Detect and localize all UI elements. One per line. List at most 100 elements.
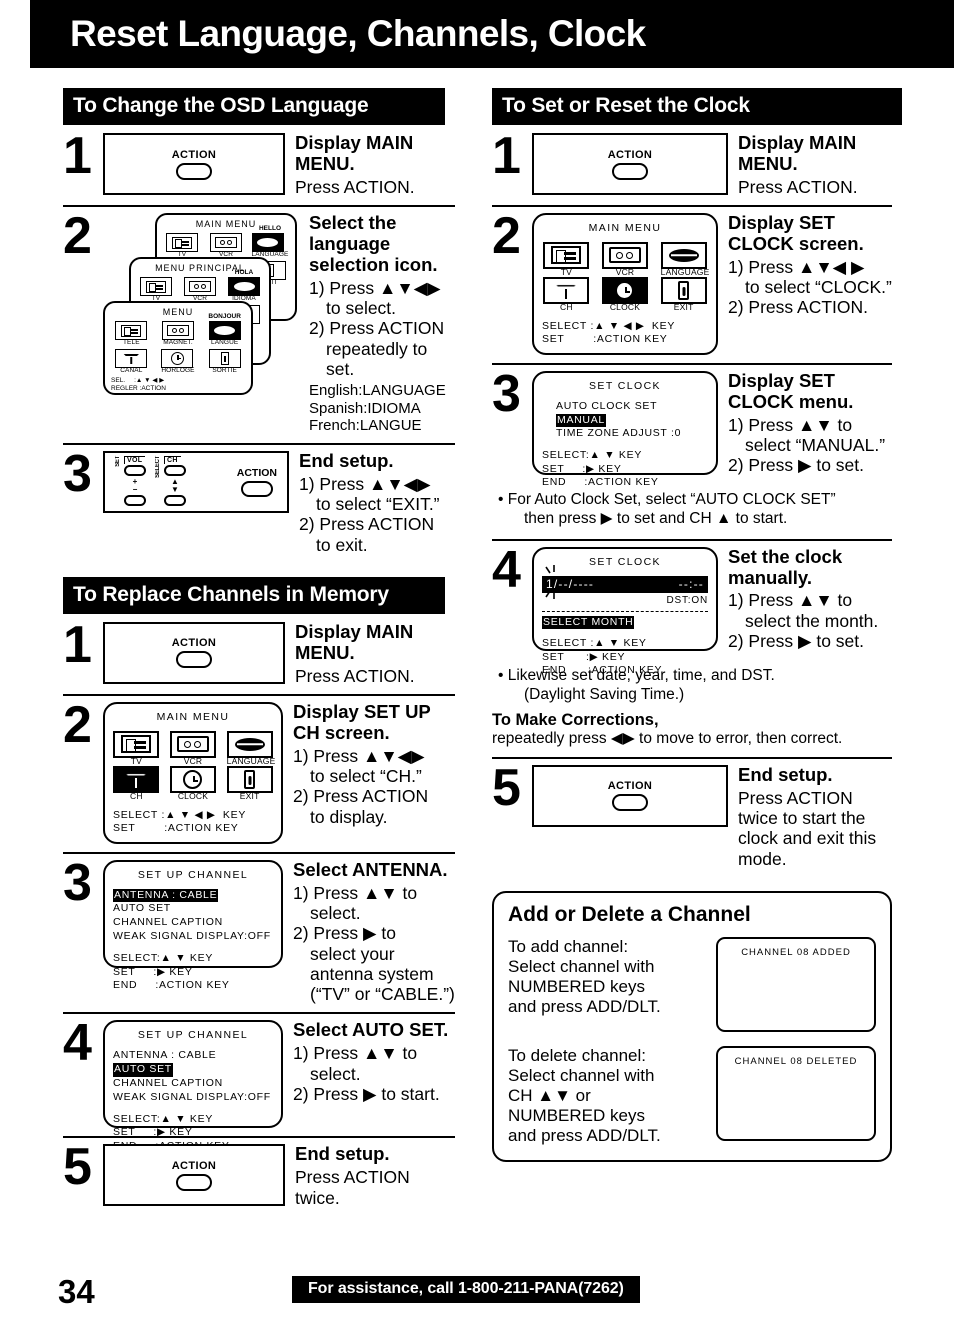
step-number: 3 [63,444,92,503]
menu-icon-label: SORTIE [212,366,237,374]
step-line: repeatedly to set. [326,338,428,379]
tv-icon [551,246,582,265]
add-channel-row: To add channel: Select channel with NUMB… [508,937,876,1032]
menu-icon-sortie[interactable]: SORTIE [208,348,241,375]
osd-title: MAIN MENU [588,222,662,235]
step-line: 2) Press ACTION. [728,297,869,318]
menu-icon-tv[interactable]: TV [113,730,160,766]
step-line: 1) Press ▲▼◀▶ [299,473,431,494]
osd-row[interactable]: CHANNEL CAPTION [113,1077,273,1091]
menu-icon-label: EXIT [239,791,260,802]
action-button-shape[interactable] [612,162,648,180]
osd-row[interactable]: AUTO CLOCK SET [542,400,708,414]
menu-icon-vcr[interactable]: VCR [169,730,216,766]
step-line: 1) Press ▲▼◀ ▶ [728,256,865,277]
menu-icon-label: CH [129,791,143,802]
osd-row-highlighted[interactable]: ANTENNA : CABLE [113,888,219,903]
channel-rocker[interactable]: SELECT CH ▲ ▼ [155,455,186,508]
step-headline: Set the clock manually. [728,545,843,588]
osd-row[interactable]: WEAK SIGNAL DISPLAY:OFF [113,1091,273,1105]
menu-icon-exit[interactable]: EXIT [226,766,273,802]
menu-icon-horloge[interactable]: HORLOGE [161,348,194,375]
set-up-channel-screen-autoset: SET UP CHANNEL ANTENNA : CABLE AUTO SET … [103,1020,283,1152]
menu-icon-vcr[interactable]: VCR [601,241,648,277]
ch-up-key[interactable] [164,465,186,477]
action-button-shape[interactable] [176,1173,212,1191]
step-line: select. [310,1063,361,1084]
menu-icon-label: MAGNET. [163,339,193,347]
step-text: Display SET UP CH screen. 1) Press ▲▼◀▶ … [283,701,455,827]
menu-icon-tv[interactable]: TV [140,277,172,303]
menu-icon-magnet[interactable]: MAGNET. [161,321,194,347]
step-line: 1) Press ▲▼ to [728,414,853,435]
tv-icon [172,236,192,249]
menu-icon-tele[interactable]: TELE [115,321,148,347]
auto-clock-note: • For Auto Clock Set, select “AUTO CLOCK… [492,491,892,528]
corrections-note: To Make Corrections, repeatedly press ◀▶… [492,711,892,749]
step-number: 4 [63,1014,92,1073]
menu-icon-clock[interactable]: CLOCK [601,277,648,312]
action-button-shape[interactable] [240,480,273,497]
step-line: twice. [295,1187,340,1208]
action-button-shape[interactable] [176,651,212,669]
menu-icon-langue[interactable]: BONJOUR LANGUE [208,313,241,347]
set-clock-manual-screen: SET CLOCK 1/--/---- --:-- DST:ON SELECT … [532,546,718,676]
clock-icon [615,281,635,301]
action-button-figure: ACTION [532,764,728,827]
step-text: Select the language selection icon. 1) P… [299,212,455,435]
clock-icon [170,351,184,365]
menu-icon-vcr[interactable]: VCR [184,277,216,303]
menu-icon-tv[interactable]: TV [166,233,198,259]
vol-down-key[interactable] [124,495,146,507]
volume-rocker[interactable]: SET VOL + − [115,455,146,508]
step-line: Press ACTION [738,787,853,808]
step-line: 1) Press ▲▼◀▶ [293,745,425,766]
osd-row[interactable]: ANTENNA : CABLE [113,1049,273,1063]
menu-icon-tv[interactable]: TV [543,241,590,277]
action-label: ACTION [171,637,217,650]
menu-icon-vcr[interactable]: VCR [210,233,242,259]
ch-down-key[interactable] [164,495,186,507]
osd-row[interactable]: WEAK SIGNAL DISPLAY:OFF [113,930,273,944]
greeting-label: BONJOUR [208,313,241,321]
action-label: ACTION [607,148,653,161]
tv-icon [146,280,166,293]
action-button-shape[interactable] [612,794,648,812]
select-side-label: SELECT [155,455,161,478]
vcr-icon [176,736,209,753]
menu-icon-label: VCR [183,755,203,766]
action-button[interactable]: ACTION [237,467,277,497]
menu-icon-idioma[interactable]: HOLA IDIOMA [228,269,260,303]
text-line: NUMBERED keys [508,977,645,997]
osd-row-highlighted[interactable]: MANUAL [556,413,606,428]
add-channel-text: To add channel: Select channel with NUMB… [508,937,704,1017]
action-button-shape[interactable] [176,162,212,180]
clock-date-display[interactable]: 1/--/---- --:-- [542,575,708,594]
menu-icon-exit[interactable]: EXIT [660,277,707,312]
menu-icon-ch[interactable]: CH [113,766,160,802]
divider [542,610,708,612]
step-line: 2) Press ACTION [299,514,435,535]
vol-up-key[interactable] [124,465,146,477]
action-button-figure: ACTION [532,133,728,195]
step-headline: Display MAIN MENU. [295,620,414,663]
osd-row[interactable]: CHANNEL CAPTION [113,916,273,930]
vol-label: VOL [124,455,146,464]
menu-icon-canal[interactable]: CANAL [115,348,148,375]
menu-icon-ch[interactable]: CH [543,277,590,312]
osd-row[interactable]: AUTO SET [113,902,273,916]
clock-step-2: 2 MAIN MENU TV VCR LANGUAGE CH CLOCK EXI… [492,205,892,363]
menu-icon-label: TV [130,755,142,766]
menu-icon-language[interactable]: LANGUAGE [660,241,709,277]
step-line: Press ACTION [295,1167,410,1188]
menu-icon-language[interactable]: HELLO LANGUAGE [251,225,289,259]
page-title-bar: Reset Language, Channels, Clock [30,0,954,68]
step-number: 1 [492,127,521,185]
osd-row-highlighted[interactable]: AUTO SET [113,1063,173,1078]
step-headline: Select the language selection icon. [309,212,438,275]
menu-icon-clock[interactable]: CLOCK [169,766,216,801]
menu-icon-language[interactable]: LANGUAGE [226,730,275,766]
step-headline: Display MAIN MENU. [738,132,857,174]
clock-step-4: 4 SET CLOCK 1/--/---- --:-- DST:ON SELEC… [492,538,892,676]
osd-row[interactable]: TIME ZONE ADJUST :0 [542,427,708,441]
